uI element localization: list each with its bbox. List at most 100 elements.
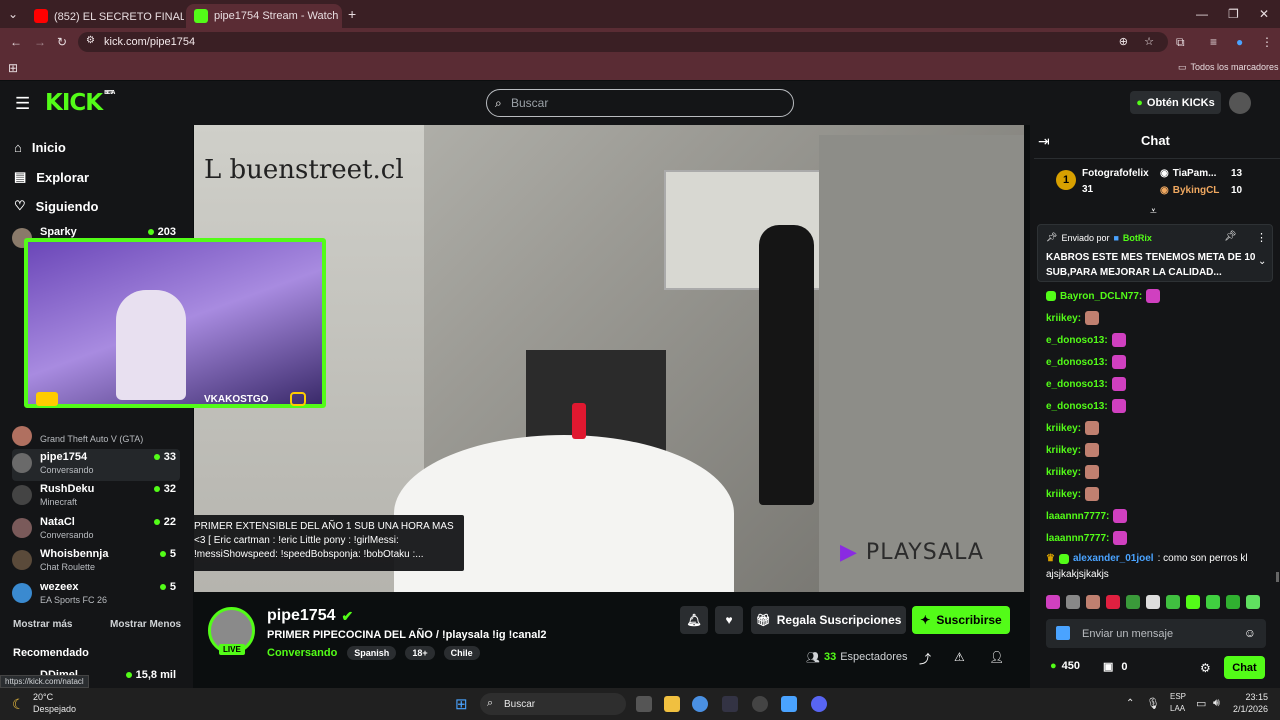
media-icon[interactable]: ≡ <box>1210 35 1217 49</box>
emoji-icon[interactable]: ☺ <box>1244 626 1256 640</box>
clock-date[interactable]: 2/1/2026 <box>1228 704 1268 714</box>
pinned-menu-icon[interactable]: ⋮ <box>1256 231 1267 244</box>
chat-username[interactable]: laaannn7777: <box>1046 511 1109 522</box>
user-avatar[interactable] <box>1229 92 1251 114</box>
weather-temp[interactable]: 20°C <box>33 692 53 702</box>
tab-kick[interactable]: pipe1754 Stream - Watch L... ✕ <box>186 4 342 28</box>
sidebar-channel-natacl[interactable]: NataCl Conversando 22 <box>12 514 180 546</box>
emote-icon[interactable] <box>1106 595 1120 609</box>
leader-name[interactable]: Fotografofelix <box>1082 168 1149 179</box>
gift-subs-button[interactable]: 🎁︎ Regala Suscripciones <box>751 606 906 634</box>
file-explorer-icon[interactable] <box>664 696 680 712</box>
window-close-icon[interactable]: ✕ <box>1259 7 1269 21</box>
all-bookmarks[interactable]: ▭ Todos los marcadores <box>1178 62 1279 73</box>
emote-icon[interactable] <box>1046 595 1060 609</box>
collapse-chat-icon[interactable]: ⇥ <box>1038 133 1050 150</box>
channel-name[interactable]: pipe1754 ✔ <box>267 607 353 625</box>
chevron-down-icon[interactable]: ⌄ <box>1258 256 1266 267</box>
forward-icon[interactable]: → <box>34 35 46 49</box>
nav-explore[interactable]: ▤ Explorar <box>14 169 89 185</box>
hamburger-menu-icon[interactable]: ☰ <box>15 94 30 114</box>
send-chat-button[interactable]: Chat <box>1224 656 1265 679</box>
task-view-icon[interactable] <box>636 696 652 712</box>
restore-icon[interactable]: ❐ <box>1228 7 1239 21</box>
new-tab-icon[interactable]: + <box>348 7 356 21</box>
chat-username[interactable]: kriikey: <box>1046 313 1081 324</box>
add-user-icon[interactable]: 👤︎ <box>989 650 1004 664</box>
address-bar[interactable]: ⚙ kick.com/pipe1754 ⊕ ☆ <box>78 32 1168 52</box>
share-icon[interactable]: ⤴ <box>919 650 931 667</box>
chat-input[interactable]: Enviar un mensaje ☺ <box>1046 619 1266 648</box>
emote-icon[interactable] <box>1246 595 1260 609</box>
chat-settings-gear-icon[interactable]: ⚙ <box>1200 661 1211 675</box>
chat-username[interactable]: e_donoso13: <box>1046 357 1108 368</box>
sidebar-channel-whoisbennja[interactable]: Whoisbennja Chat Roulette 5 <box>12 546 180 578</box>
back-icon[interactable]: ← <box>10 35 22 49</box>
chat-username[interactable]: Bayron_DCLN77: <box>1060 291 1142 302</box>
tag-spanish[interactable]: Spanish <box>347 646 397 660</box>
network-icon[interactable]: ▭ <box>1196 697 1206 710</box>
nav-following[interactable]: ♡ Siguiendo <box>14 198 99 214</box>
emote-icon[interactable] <box>1126 595 1140 609</box>
gifts-balance[interactable]: ▣ 0 <box>1103 660 1128 674</box>
chat-username[interactable]: e_donoso13: <box>1046 379 1108 390</box>
tab-search-icon[interactable]: ⌄ <box>8 7 18 21</box>
category-link[interactable]: Conversando <box>267 647 337 659</box>
language-indicator[interactable]: ESP <box>1170 692 1186 701</box>
tab-youtube[interactable]: (852) EL SECRETO FINAL🙈 Cap... ✕ <box>26 4 184 28</box>
show-less-button[interactable]: Mostrar Menos <box>110 619 181 630</box>
nav-home[interactable]: ⌂ Inicio <box>14 140 66 155</box>
tag-18plus[interactable]: 18+ <box>405 646 435 660</box>
follow-button[interactable]: ♥ <box>715 606 743 634</box>
app-icon[interactable] <box>752 696 768 712</box>
emote-icon[interactable] <box>1186 595 1200 609</box>
clock-time[interactable]: 23:15 <box>1232 692 1268 702</box>
expand-leaderboard-icon[interactable]: ⩡ <box>1150 204 1157 219</box>
site-info-icon[interactable]: ⚙ <box>86 35 95 46</box>
tag-chile[interactable]: Chile <box>443 646 480 660</box>
chat-username[interactable]: kriikey: <box>1046 467 1081 478</box>
report-icon[interactable]: ⚠ <box>954 650 965 664</box>
bookmark-star-icon[interactable]: ☆ <box>1144 35 1154 48</box>
emote-icon[interactable] <box>1086 595 1100 609</box>
chat-username[interactable]: kriikey: <box>1046 445 1081 456</box>
emote-icon[interactable] <box>1206 595 1220 609</box>
sidebar-channel-pipe1754[interactable]: pipe1754 Conversando 33 <box>12 449 180 481</box>
windows-start-icon[interactable]: ⊞ <box>455 695 468 713</box>
chat-username[interactable]: alexander_01joel <box>1073 553 1154 564</box>
minimize-icon[interactable]: — <box>1196 7 1208 21</box>
unpin-icon[interactable]: 📌︎ <box>1224 231 1237 242</box>
sidebar-channel-wezeex[interactable]: wezeex EA Sports FC 26 5 <box>12 579 180 611</box>
leader-2[interactable]: ◉ TiaPam... <box>1160 168 1216 179</box>
reload-icon[interactable]: ↻ <box>57 35 67 49</box>
chat-username[interactable]: e_donoso13: <box>1046 401 1108 412</box>
app-icon[interactable] <box>781 696 797 712</box>
extensions-icon[interactable]: ⧉ <box>1176 35 1185 49</box>
kick-logo[interactable]: KICK BETA <box>45 90 115 116</box>
emote-icon[interactable] <box>1066 595 1080 609</box>
zoom-icon[interactable]: ⊕ <box>1119 35 1128 48</box>
kicks-balance[interactable]: ● 450 <box>1050 660 1080 672</box>
taskbar-search[interactable]: ⌕ Buscar <box>480 693 626 715</box>
leader-3[interactable]: ◉ BykingCL <box>1160 185 1219 196</box>
apps-grid-icon[interactable]: ⊞ <box>8 61 18 75</box>
subscribe-button[interactable]: ✦ Suscribirse <box>912 606 1010 634</box>
chat-username[interactable]: laaannn7777: <box>1046 533 1109 544</box>
show-more-button[interactable]: Mostrar más <box>13 619 72 630</box>
search-input[interactable]: ⌕ Buscar <box>486 89 794 117</box>
tray-chevron-icon[interactable]: ⌃ <box>1126 698 1134 709</box>
weather-desc[interactable]: Despejado <box>33 704 76 714</box>
sidebar-channel-rushdeku[interactable]: RushDeku Minecraft 32 <box>12 481 180 513</box>
chat-username[interactable]: kriikey: <box>1046 489 1081 500</box>
app-icon[interactable] <box>722 696 738 712</box>
chat-username[interactable]: e_donoso13: <box>1046 335 1108 346</box>
notification-button[interactable]: 🔔︎ <box>680 606 708 634</box>
get-kicks-button[interactable]: ● Obtén KICKs <box>1130 91 1221 114</box>
profile-icon[interactable]: ● <box>1236 35 1243 49</box>
microphone-icon[interactable]: 🎙︎ <box>1146 697 1160 710</box>
chat-username[interactable]: kriikey: <box>1046 423 1081 434</box>
volume-icon[interactable]: 🔊︎ <box>1213 697 1220 710</box>
emote-icon[interactable] <box>1146 595 1160 609</box>
emote-icon[interactable] <box>1166 595 1180 609</box>
emote-icon[interactable] <box>1226 595 1240 609</box>
